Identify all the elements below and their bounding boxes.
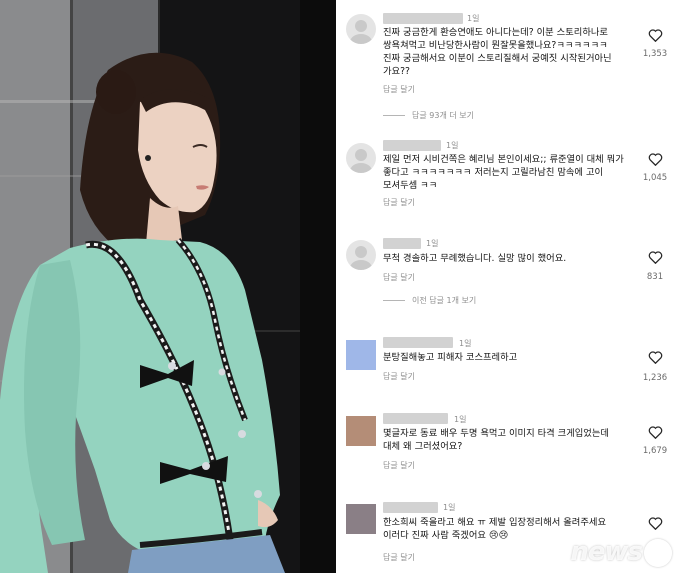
reply-button[interactable]: 답글 달기 bbox=[383, 371, 415, 382]
like-count: 1,236 bbox=[642, 373, 668, 383]
avatar-icon[interactable] bbox=[346, 240, 376, 270]
like-count: 1,679 bbox=[642, 446, 668, 456]
avatar-icon[interactable] bbox=[346, 14, 376, 44]
like-count: 831 bbox=[646, 272, 664, 282]
heart-icon[interactable] bbox=[648, 350, 663, 364]
heart-icon[interactable] bbox=[648, 28, 663, 42]
comment-time: 1일 bbox=[459, 339, 472, 348]
heart-icon[interactable] bbox=[648, 250, 663, 264]
username-redacted[interactable] bbox=[383, 140, 441, 151]
news1-watermark-logo: news 1 bbox=[570, 537, 672, 567]
comment-text: 몇글자로 동료 배우 두명 욕먹고 이미지 타격 크게입었는데 대체 왜 그러셨… bbox=[383, 428, 609, 452]
heart-icon[interactable] bbox=[648, 152, 663, 166]
reply-button[interactable]: 답글 달기 bbox=[383, 460, 415, 471]
photo-illustration bbox=[0, 0, 336, 573]
comment-time: 1일 bbox=[443, 503, 456, 512]
comment-time: 1일 bbox=[454, 415, 467, 424]
reply-button[interactable]: 답글 달기 bbox=[383, 84, 415, 95]
like-count: 1,353 bbox=[642, 49, 668, 59]
avatar-icon[interactable] bbox=[346, 340, 376, 370]
comments-panel: 1일 진짜 궁금한게 환승연애도 아니다는데? 이분 스토리하나로 쌍욕쳐먹고 … bbox=[336, 0, 680, 573]
avatar-icon[interactable] bbox=[346, 143, 376, 173]
avatar-icon[interactable] bbox=[346, 504, 376, 534]
view-more-replies-label: 답글 93개 더 보기 bbox=[412, 111, 474, 120]
post-photo bbox=[0, 0, 336, 573]
like-count: 1,045 bbox=[642, 173, 668, 183]
comment-text: 분탕질해놓고 피해자 코스프레하고 bbox=[383, 352, 518, 363]
avatar-icon[interactable] bbox=[346, 416, 376, 446]
comment-time: 1일 bbox=[446, 141, 459, 150]
username-redacted[interactable] bbox=[383, 337, 453, 348]
comment-time: 1일 bbox=[426, 239, 439, 248]
username-redacted[interactable] bbox=[383, 502, 438, 513]
watermark-number: 1 bbox=[644, 538, 672, 567]
comment-text: 무척 경솔하고 무례했습니다. 실망 많이 했어요. bbox=[383, 253, 567, 264]
username-redacted[interactable] bbox=[383, 13, 463, 24]
heart-icon[interactable] bbox=[648, 425, 663, 439]
comment-time: 1일 bbox=[467, 14, 480, 23]
comment-text: 제일 먼저 시비건쪽은 혜리님 본인이세요;; 류준열이 대체 뭐가 좋다고 ㅋ… bbox=[383, 154, 624, 191]
watermark-text: news bbox=[570, 537, 643, 567]
view-more-replies[interactable]: 답글 93개 더 보기 bbox=[383, 110, 474, 121]
comment-text: 진짜 궁금한게 환승연애도 아니다는데? 이분 스토리하나로 쌍욕쳐먹고 비난당… bbox=[383, 27, 612, 77]
view-previous-replies-label: 이전 답글 1개 보기 bbox=[412, 296, 477, 305]
reply-button[interactable]: 답글 달기 bbox=[383, 272, 415, 283]
view-previous-replies[interactable]: 이전 답글 1개 보기 bbox=[383, 295, 476, 306]
username-redacted[interactable] bbox=[383, 413, 448, 424]
heart-icon[interactable] bbox=[648, 516, 663, 530]
username-redacted[interactable] bbox=[383, 238, 421, 249]
reply-button[interactable]: 답글 달기 bbox=[383, 552, 415, 563]
reply-button[interactable]: 답글 달기 bbox=[383, 197, 415, 208]
